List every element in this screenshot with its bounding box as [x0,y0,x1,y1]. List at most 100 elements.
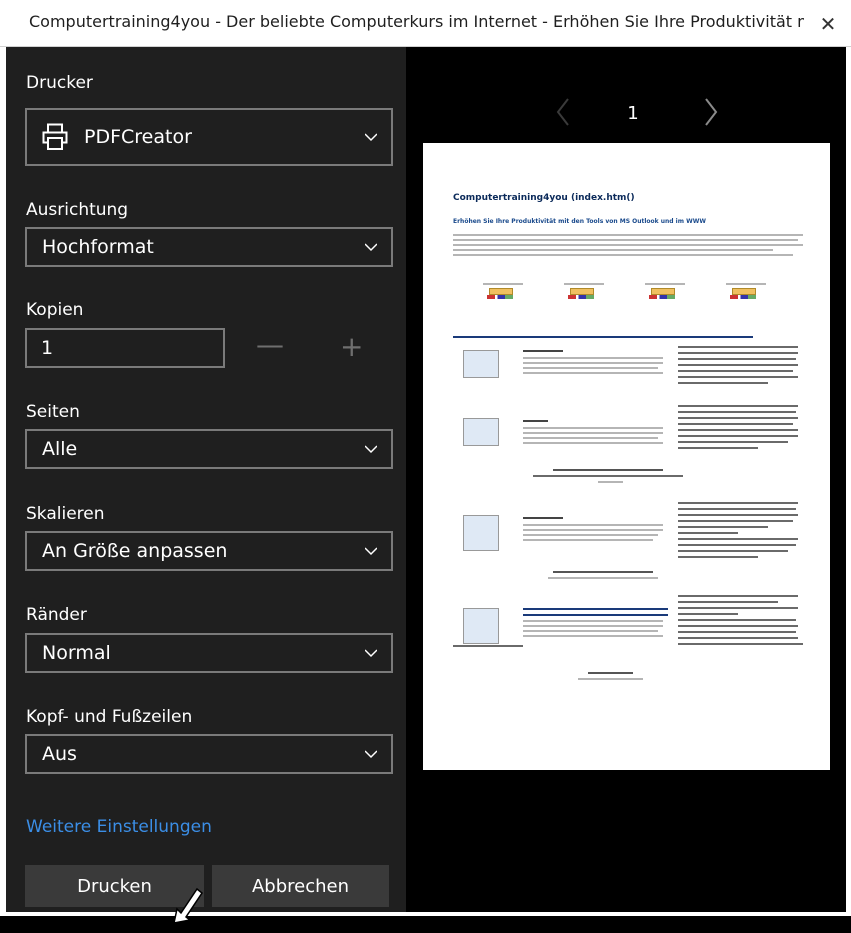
preview-text-line [523,362,663,364]
headers-footers-select[interactable]: Aus [25,734,393,774]
preview-link-line [678,417,798,419]
preview-link-line [678,619,796,621]
pages-select[interactable]: Alle [25,429,393,469]
preview-text-line [523,539,653,541]
preview-thumbnail [463,350,499,378]
preview-text-line [553,469,663,471]
preview-link-line [678,514,798,516]
download-block [475,283,535,299]
preview-text-line [553,571,653,573]
preview-link-line [678,429,798,431]
copies-increment-button[interactable]: + [340,333,363,361]
preview-link-line [453,645,523,647]
printer-select[interactable]: PDFCreator [25,108,393,166]
preview-link-line [678,550,788,552]
preview-thumbnail [463,515,499,551]
preview-link-line [678,382,768,384]
scale-select[interactable]: An Größe anpassen [25,531,393,571]
close-icon: ✕ [819,11,837,36]
chevron-down-icon [365,241,377,253]
preview-link-line [678,435,798,437]
more-settings-link[interactable]: Weitere Einstellungen [26,817,212,837]
preview-link-line [678,508,796,510]
copies-decrement-button[interactable]: — [256,331,284,359]
preview-link-line [678,532,738,534]
preview-text-line [523,625,663,627]
preview-link-line [678,607,798,609]
preview-text-line [453,239,798,241]
copies-value: 1 [41,337,54,359]
orientation-label: Ausrichtung [26,200,129,220]
preview-link-line [678,613,738,615]
margins-value: Normal [42,642,111,664]
window-frame-right [846,47,851,916]
preview-text-line [523,534,658,536]
print-preview-area: 1 Computertraining4you (index.htm() Erhö… [406,47,846,912]
preview-text-line [523,437,658,439]
printer-icon [42,122,72,152]
preview-text-line [523,357,663,359]
preview-text-line [453,249,773,251]
previous-page-button[interactable] [556,97,570,127]
preview-link-line [678,544,796,546]
scale-label: Skalieren [26,504,105,524]
cancel-button[interactable]: Abbrechen [212,865,389,907]
preview-link-line [678,352,798,354]
preview-text-line [578,678,643,680]
preview-link-line [678,411,796,413]
pages-label: Seiten [26,402,80,422]
preview-text-line [523,517,563,519]
orientation-select[interactable]: Hochformat [25,227,393,267]
preview-text-line [523,432,663,434]
chevron-down-icon [365,748,377,760]
headers-footers-value: Aus [42,743,77,765]
preview-text-line [453,244,803,246]
download-block [718,283,778,299]
preview-link-line [678,405,798,407]
preview-text-line [523,350,563,352]
copies-input[interactable]: 1 [25,328,225,368]
preview-link-line [678,631,796,633]
preview-link-line [678,358,796,360]
preview-text-line [523,630,658,632]
preview-link-line [678,601,778,603]
preview-link-line [523,614,668,616]
scale-value: An Größe anpassen [42,540,228,562]
preview-link-line [678,643,803,645]
chevron-down-icon [365,131,377,143]
mouse-cursor-icon [173,887,204,924]
preview-link-line [678,556,758,558]
preview-link-line [678,370,793,372]
chevron-down-icon [365,647,377,659]
preview-link-line [678,376,798,378]
preview-link-line [678,447,758,449]
download-block [637,283,697,299]
preview-text-line [523,420,548,422]
pages-value: Alle [42,438,78,460]
preview-text-line [523,524,663,526]
preview-link-line [678,538,798,540]
preview-link-line [678,364,798,366]
preview-link-line [523,608,668,610]
window-title: Computertraining4you - Der beliebte Comp… [29,12,804,31]
preview-text-line [523,620,663,622]
preview-thumbnail [463,608,499,644]
preview-text-line [523,372,663,374]
preview-link-line [678,502,798,504]
close-button[interactable]: ✕ [805,0,851,47]
preview-link-line [678,526,768,528]
preview-page-subtitle: Erhöhen Sie Ihre Produktivität mit den T… [453,218,706,225]
preview-text-line [453,234,803,236]
preview-text-line [453,254,793,256]
chevron-down-icon [365,443,377,455]
copies-label: Kopien [26,300,84,320]
preview-section-heading [453,336,753,338]
print-dialog-window: Computertraining4you - Der beliebte Comp… [0,0,851,924]
preview-link-line [678,346,798,348]
window-frame-bottom [0,912,851,916]
margins-select[interactable]: Normal [25,633,393,673]
printer-label: Drucker [26,73,93,93]
preview-page-title: Computertraining4you (index.htm() [453,193,635,203]
next-page-button[interactable] [704,97,718,127]
printer-value: PDFCreator [84,126,192,148]
